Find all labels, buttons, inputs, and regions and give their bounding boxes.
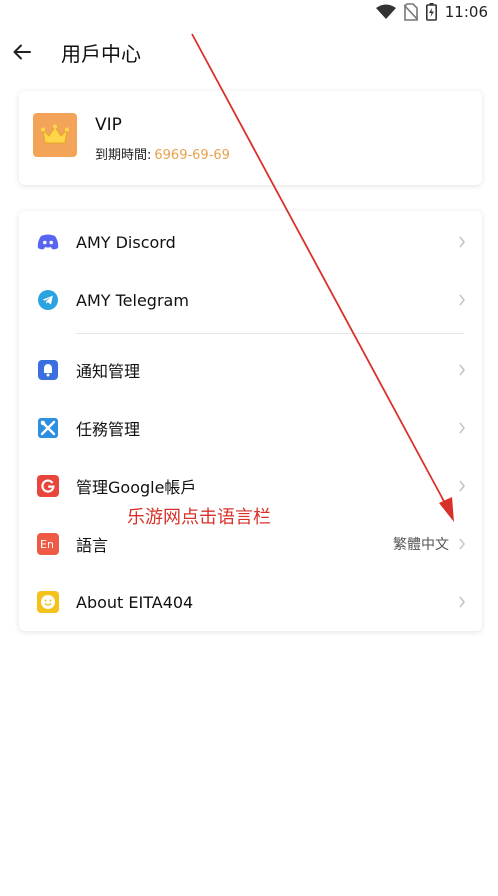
menu-item-discord[interactable]: AMY Discord (19, 213, 482, 271)
chevron-right-icon (459, 236, 465, 248)
language-icon: En (37, 533, 59, 555)
vip-badge (33, 113, 77, 157)
telegram-icon (37, 289, 59, 311)
page-title: 用戶中心 (61, 41, 141, 66)
discord-icon (37, 231, 59, 253)
menu-item-label: 任務管理 (76, 420, 141, 439)
chevron-right-icon (459, 596, 465, 608)
chevron-right-icon (459, 538, 465, 550)
language-value: 繁體中文 (393, 537, 449, 553)
back-button[interactable] (7, 37, 37, 67)
menu-item-tasks[interactable]: 任務管理 (19, 399, 482, 457)
tools-icon (37, 417, 59, 439)
chevron-right-icon (459, 480, 465, 492)
battery-charging-icon (425, 3, 437, 21)
chevron-right-icon (459, 364, 465, 376)
expiry-label: 到期時間: (95, 148, 152, 163)
crown-icon (41, 124, 69, 144)
no-sim-icon (403, 3, 418, 21)
app-bar: 用戶中心 (0, 34, 498, 70)
smile-icon (37, 591, 59, 613)
menu-item-label: 管理Google帳戶 (76, 478, 197, 497)
menu-card: AMY Discord AMY Telegram 通知管理 任務管理 管理Goo… (19, 211, 482, 631)
menu-item-telegram[interactable]: AMY Telegram (19, 271, 482, 329)
status-time: 11:06 (444, 3, 488, 21)
menu-item-notifications[interactable]: 通知管理 (19, 341, 482, 399)
menu-item-label: About EITA404 (76, 592, 194, 612)
google-icon (37, 475, 59, 497)
status-bar: 11:06 (0, 0, 498, 24)
arrow-left-icon (13, 44, 31, 60)
expiry-date: 6969-69-69 (154, 148, 230, 163)
menu-item-label: 通知管理 (76, 362, 141, 381)
chevron-right-icon (459, 294, 465, 306)
menu-item-about[interactable]: About EITA404 (19, 573, 482, 631)
menu-item-label: AMY Discord (76, 232, 176, 252)
menu-item-label: 語言 (76, 536, 109, 555)
menu-item-label: AMY Telegram (76, 290, 189, 310)
expiry-info: 到期時間: 6969-69-69 (95, 144, 230, 163)
chevron-right-icon (459, 422, 465, 434)
vip-card[interactable]: VIP 到期時間: 6969-69-69 (19, 91, 482, 185)
bell-icon (37, 359, 59, 381)
divider (76, 333, 464, 334)
vip-label: VIP (95, 115, 122, 135)
svg-text:En: En (40, 538, 54, 551)
annotation-text: 乐游网点击语言栏 (127, 507, 271, 528)
wifi-icon (375, 4, 396, 20)
